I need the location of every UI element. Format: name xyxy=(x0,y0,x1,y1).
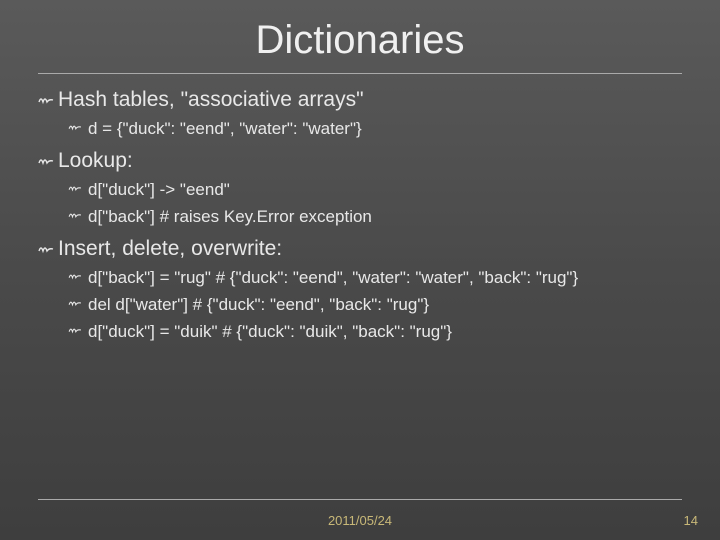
footer-date: 2011/05/24 xyxy=(0,513,720,528)
bullet-del-water: del d["water"] # {"duck": "eend", "back"… xyxy=(68,294,682,317)
bullet-icon xyxy=(38,94,54,106)
bullet-dict-literal: d = {"duck": "eend", "water": "water"} xyxy=(68,118,682,141)
bullet-lookup: Lookup: xyxy=(38,149,682,173)
title-divider xyxy=(38,73,682,74)
bullet-text: Lookup: xyxy=(58,149,682,173)
bullet-text: d["duck"] -> "eend" xyxy=(88,179,682,202)
bullet-text: Hash tables, "associative arrays" xyxy=(58,88,682,112)
bullet-text: d["back"] # raises Key.Error exception xyxy=(88,206,682,229)
bullet-insert-back: d["back"] = "rug" # {"duck": "eend", "wa… xyxy=(68,267,682,290)
bullet-text: d["duck"] = "duik" # {"duck": "duik", "b… xyxy=(88,321,682,344)
bullet-icon xyxy=(68,210,84,222)
footer-divider xyxy=(38,499,682,500)
bullet-insert-delete: Insert, delete, overwrite: xyxy=(38,237,682,261)
bullet-text: Insert, delete, overwrite: xyxy=(58,237,682,261)
bullet-icon xyxy=(68,271,84,283)
bullet-icon xyxy=(38,155,54,167)
bullet-overwrite-duck: d["duck"] = "duik" # {"duck": "duik", "b… xyxy=(68,321,682,344)
bullet-icon xyxy=(38,243,54,255)
bullet-icon xyxy=(68,122,84,134)
bullet-text: d["back"] = "rug" # {"duck": "eend", "wa… xyxy=(88,267,682,290)
slide-number: 14 xyxy=(684,513,698,528)
slide-title: Dictionaries xyxy=(38,18,682,63)
bullet-lookup-back: d["back"] # raises Key.Error exception xyxy=(68,206,682,229)
bullet-icon xyxy=(68,298,84,310)
bullet-icon xyxy=(68,325,84,337)
bullet-hash-tables: Hash tables, "associative arrays" xyxy=(38,88,682,112)
bullet-icon xyxy=(68,183,84,195)
bullet-lookup-duck: d["duck"] -> "eend" xyxy=(68,179,682,202)
bullet-text: del d["water"] # {"duck": "eend", "back"… xyxy=(88,294,682,317)
bullet-text: d = {"duck": "eend", "water": "water"} xyxy=(88,118,682,141)
slide-content: Dictionaries Hash tables, "associative a… xyxy=(0,0,720,344)
